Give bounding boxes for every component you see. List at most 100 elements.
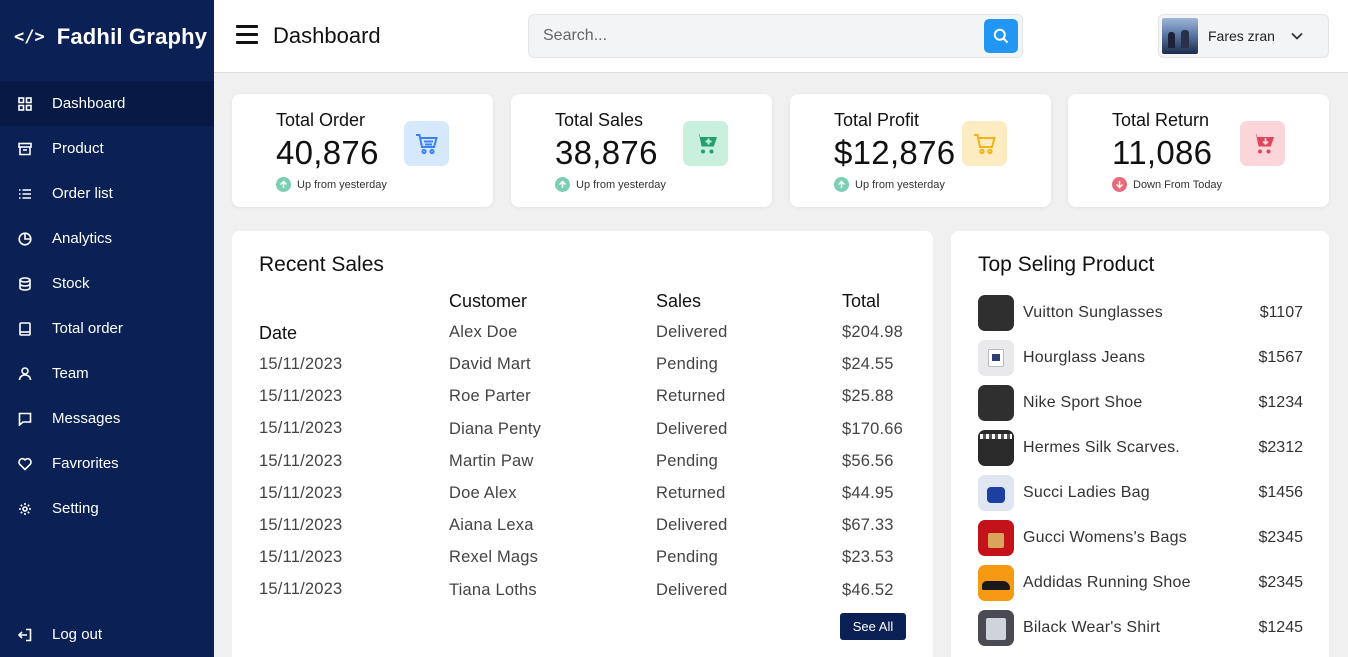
product-name: Vuitton Sunglasses — [1023, 303, 1163, 321]
top-selling-title: Top Seling Product — [978, 253, 1155, 276]
tablet-icon — [18, 321, 32, 336]
sidebar-item-setting[interactable]: Setting — [0, 486, 214, 531]
product-thumbnail — [978, 609, 1014, 646]
sidebar-item-order-list[interactable]: Order list — [0, 171, 214, 216]
recent-sales-panel: Recent Sales Date 15/11/2023 15/11/2023 … — [232, 231, 933, 657]
product-item[interactable]: Addidas Running Shoe $2345 — [978, 560, 1303, 605]
cart-icon — [404, 121, 449, 166]
sidebar-item-label: Favrorites — [52, 455, 119, 472]
sidebar-item-messages[interactable]: Messages — [0, 396, 214, 441]
customer-cell: Diana Penty — [449, 419, 542, 438]
user-name: Fares zran — [1208, 28, 1275, 44]
product-name: Nike Sport Shoe — [1023, 393, 1143, 411]
stat-trend: Down From Today — [1112, 177, 1222, 192]
stat-label: Total Order — [276, 110, 366, 130]
sidebar-item-label: Product — [52, 140, 104, 157]
stat-label: Total Profit — [834, 110, 920, 130]
stat-value: 11,086 — [1112, 134, 1213, 171]
customer-cell: Roe Parter — [449, 387, 531, 406]
sidebar: </> Fadhil Graphy Dashboard Product Orde… — [0, 0, 214, 657]
total-cell: $170.66 — [842, 419, 904, 438]
product-item[interactable]: Nike Sport Shoe $1234 — [978, 380, 1303, 425]
stat-trend-text: Down From Today — [1133, 178, 1223, 191]
sidebar-item-label: Messages — [52, 410, 121, 427]
product-item[interactable]: Vuitton Sunglasses $1107 — [978, 290, 1303, 335]
search-input[interactable] — [529, 15, 969, 57]
product-thumbnail — [978, 384, 1014, 421]
database-icon — [18, 276, 32, 291]
user-profile-dropdown[interactable]: Fares zran — [1158, 14, 1329, 58]
stat-value: 40,876 — [276, 134, 379, 171]
sidebar-item-label: Analytics — [52, 230, 113, 247]
hamburger-menu-icon[interactable] — [236, 25, 258, 45]
stat-card-total-order[interactable]: Total Order 40,876 Up from yesterday — [232, 94, 493, 207]
box-icon — [18, 142, 32, 156]
date-cell: 15/11/2023 — [259, 580, 343, 599]
sidebar-item-dashboard[interactable]: Dashboard — [0, 81, 214, 126]
total-cell: $56.56 — [842, 451, 894, 470]
stat-trend-text: Up from yesterday — [855, 178, 945, 191]
stat-card-total-sales[interactable]: Total Sales 38,876 Up from yesterday — [511, 94, 772, 207]
logout-label: Log out — [52, 626, 103, 643]
product-name: Hermes Silk Scarves. — [1023, 438, 1180, 456]
status-cell: Returned — [656, 387, 726, 406]
product-price: $1567 — [1258, 348, 1304, 366]
sidebar-item-analytics[interactable]: Analytics — [0, 216, 214, 261]
brand[interactable]: </> Fadhil Graphy — [0, 0, 214, 73]
total-cell: $46.52 — [842, 580, 894, 599]
total-cell: $204.98 — [842, 323, 904, 341]
customer-cell: Tiana Loths — [449, 580, 537, 599]
date-cell: 15/11/2023 — [259, 451, 343, 470]
search-button[interactable] — [984, 19, 1018, 53]
pie-chart-icon — [18, 231, 32, 246]
sidebar-item-label: Setting — [52, 500, 99, 517]
product-name: Gucci Womens's Bags — [1023, 528, 1187, 546]
top-selling-panel: Top Seling Product Vuitton Sunglasses $1… — [951, 231, 1329, 657]
sidebar-item-team[interactable]: Team — [0, 351, 214, 396]
customer-cell: David Mart — [449, 355, 531, 374]
grid-icon — [18, 96, 32, 111]
search-box — [528, 14, 1023, 58]
status-cell: Delivered — [656, 580, 728, 599]
code-icon: </> — [14, 26, 45, 47]
product-item[interactable]: Succi Ladies Bag $1456 — [978, 470, 1303, 515]
total-cell: $44.95 — [842, 483, 894, 502]
product-item[interactable]: Gucci Womens's Bags $2345 — [978, 515, 1303, 560]
stat-card-total-return[interactable]: Total Return 11,086 Down From Today — [1068, 94, 1329, 207]
sidebar-item-label: Total order — [52, 320, 123, 337]
sidebar-item-stock[interactable]: Stock — [0, 261, 214, 306]
sidebar-item-total-order[interactable]: Total order — [0, 306, 214, 351]
date-cell: 15/11/2023 — [259, 515, 343, 534]
product-name: Hourglass Jeans — [1023, 348, 1146, 366]
arrow-up-icon — [555, 177, 570, 192]
product-list: Vuitton Sunglasses $1107 Hourglass Jeans… — [978, 290, 1303, 650]
product-item[interactable]: Hourglass Jeans $1567 — [978, 335, 1303, 380]
logout-button[interactable]: Log out — [0, 612, 214, 657]
total-cell: $24.55 — [842, 355, 894, 374]
product-item[interactable]: Bilack Wear's Shirt $1245 — [978, 605, 1303, 650]
product-thumbnail — [978, 294, 1014, 331]
stat-card-total-profit[interactable]: Total Profit $12,876 Up from yesterday — [790, 94, 1051, 207]
customer-cell: Rexel Mags — [449, 548, 539, 567]
customer-header: Customer — [449, 291, 528, 311]
status-cell: Returned — [656, 483, 726, 502]
arrow-up-icon — [276, 177, 291, 192]
see-all-button[interactable]: See All — [840, 613, 906, 640]
stat-trend-text: Up from yesterday — [297, 178, 387, 191]
stat-trend-text: Up from yesterday — [576, 178, 666, 191]
recent-sales-title: Recent Sales — [259, 253, 384, 276]
customer-cell: Martin Paw — [449, 451, 534, 470]
product-thumbnail — [978, 564, 1014, 601]
sidebar-item-product[interactable]: Product — [0, 126, 214, 171]
status-cell: Pending — [656, 451, 718, 470]
sales-column: Sales Delivered Pending Returned Deliver… — [656, 291, 728, 613]
date-cell: 15/11/2023 — [259, 548, 343, 567]
product-item[interactable]: Hermes Silk Scarves. $2312 — [978, 425, 1303, 470]
top-header: Dashboard Fares zran — [214, 0, 1348, 73]
sidebar-item-favorites[interactable]: Favrorites — [0, 441, 214, 486]
customer-cell: Aiana Lexa — [449, 516, 534, 535]
total-cell: $67.33 — [842, 516, 894, 535]
total-cell: $23.53 — [842, 548, 894, 567]
date-header: Date — [259, 323, 298, 343]
product-price: $2345 — [1258, 573, 1304, 591]
